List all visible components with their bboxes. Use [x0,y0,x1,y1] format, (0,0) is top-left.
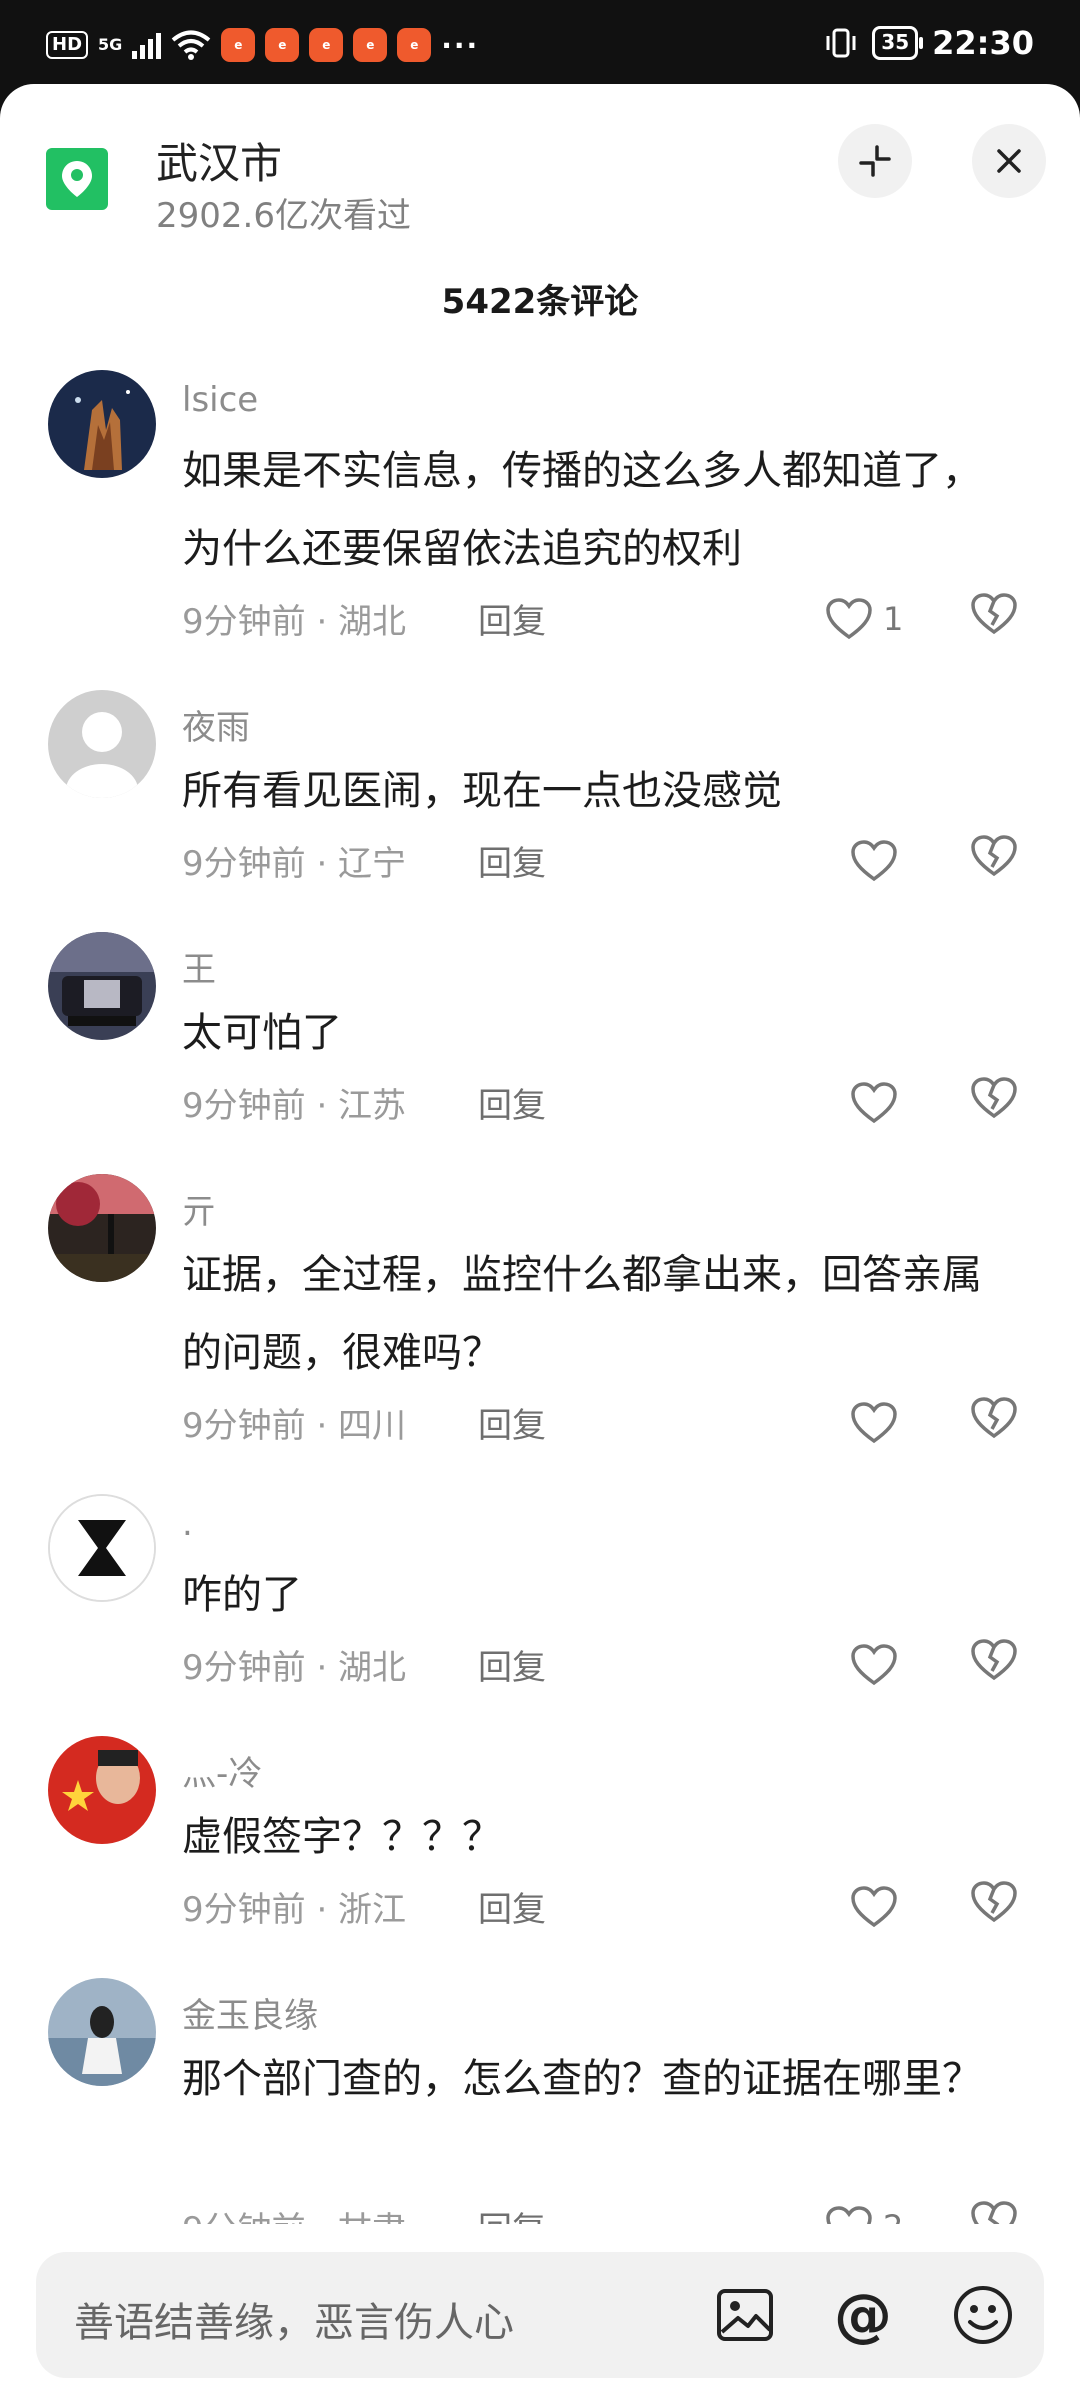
comment-text: 那个部门查的，怎么查的？查的证据在哪里？ [182,2056,982,2102]
heart-icon [851,1886,897,1928]
comments-sheet: 武汉市 2902.6亿次看过 5422条评论 lsice 如果是不实信息，传播的… [0,84,1080,2400]
location-icon [46,148,108,210]
wifi-icon [172,30,211,60]
reply-button[interactable]: 回复 [478,836,546,885]
broken-heart-icon [971,593,1017,635]
like-button[interactable]: 1 [825,592,925,646]
app-notification-icon: e [353,28,388,62]
comment-meta: 9分钟前 · 辽宁 [182,844,407,884]
image-icon[interactable] [712,2282,778,2348]
dislike-button[interactable] [970,1076,1026,1130]
like-button[interactable] [850,1396,950,1450]
broken-heart-icon [971,1881,1017,1923]
reply-button[interactable]: 回复 [478,1640,546,1689]
heart-icon [851,1082,897,1124]
network-type: 5G [98,35,123,54]
collapse-icon [859,145,891,177]
dislike-button[interactable] [970,834,1026,888]
dislike-button[interactable] [970,592,1026,646]
comment-meta: 9分钟前 · 浙江 [182,1890,407,1930]
comment-text: 咋的了 [182,1572,302,1618]
username[interactable]: 亓 [182,1184,216,1233]
vibrate-icon [826,28,856,58]
like-count: 1 [883,600,904,638]
dislike-button[interactable] [970,1638,1026,1692]
like-button[interactable] [850,834,950,888]
comment-text: 证据，全过程，监控什么都拿出来，回答亲属的问题，很难吗？ [182,1252,982,1376]
username[interactable]: 灬-冷 [182,1746,262,1795]
reply-button[interactable]: 回复 [478,594,546,643]
broken-heart-icon [971,1397,1017,1439]
close-icon [997,149,1021,173]
username[interactable]: . [182,1504,193,1544]
comment-text: 如果是不实信息，传播的这么多人都知道了，为什么还要保留依法追究的权利 [182,448,982,572]
status-bar: HD 5G e e e e e ··· 35 22:30 [0,0,1080,92]
comment-meta: 9分钟前 · 湖北 [182,1648,407,1688]
comment-text: 所有看见医闹，现在一点也没感觉 [182,768,782,814]
username[interactable]: lsice [182,380,258,420]
comment-meta: 9分钟前 · 四川 [182,1406,407,1446]
reply-button[interactable]: 回复 [478,1078,546,1127]
heart-icon [851,1402,897,1444]
close-button[interactable] [972,124,1046,198]
avatar[interactable] [48,1494,156,1602]
dislike-button[interactable] [970,1880,1026,1934]
heart-icon [851,840,897,882]
app-notification-icon: e [221,28,256,62]
more-notifications: ··· [441,28,480,62]
comment-text: 太可怕了 [182,1010,342,1056]
reply-button[interactable]: 回复 [478,1882,546,1931]
avatar[interactable] [48,932,156,1040]
comment-text: 虚假签字？？？？ [182,1814,502,1860]
dislike-button[interactable] [970,1396,1026,1450]
comment-meta: 9分钟前 · 江苏 [182,1086,407,1126]
app-notification-icon: e [397,28,432,62]
like-button[interactable] [850,1880,950,1934]
broken-heart-icon [971,1639,1017,1681]
like-button[interactable] [850,1076,950,1130]
username[interactable]: 王 [182,942,216,991]
battery-icon: 35 [872,26,923,60]
comment-input-bar[interactable]: 善语结善缘，恶言伤人心 @ [36,2252,1044,2378]
broken-heart-icon [971,1077,1017,1119]
heart-icon [851,1644,897,1686]
comment-meta: 9分钟前 · 湖北 [182,602,407,642]
avatar[interactable] [48,370,156,478]
avatar[interactable] [48,1174,156,1282]
comment-input[interactable]: 善语结善缘，恶言伤人心 [74,2290,514,2348]
clock: 22:30 [932,24,1034,62]
heart-icon [826,598,872,640]
comment-count: 5422条评论 [441,282,639,322]
collapse-button[interactable] [838,124,912,198]
mention-icon[interactable]: @ [830,2282,896,2348]
location-title[interactable]: 武汉市 [156,130,282,191]
app-notification-icon: e [309,28,344,62]
avatar[interactable] [48,690,156,798]
signal-icon [132,31,162,59]
avatar[interactable] [48,1978,156,2086]
avatar[interactable] [48,1736,156,1844]
view-count: 2902.6亿次看过 [156,196,411,236]
like-button[interactable] [850,1638,950,1692]
app-notification-icon: e [265,28,300,62]
username[interactable]: 金玉良缘 [182,1988,318,2037]
hd-indicator: HD [46,31,89,59]
reply-button[interactable]: 回复 [478,1398,546,1447]
broken-heart-icon [971,835,1017,877]
username[interactable]: 夜雨 [182,700,250,749]
emoji-icon[interactable] [950,2282,1016,2348]
